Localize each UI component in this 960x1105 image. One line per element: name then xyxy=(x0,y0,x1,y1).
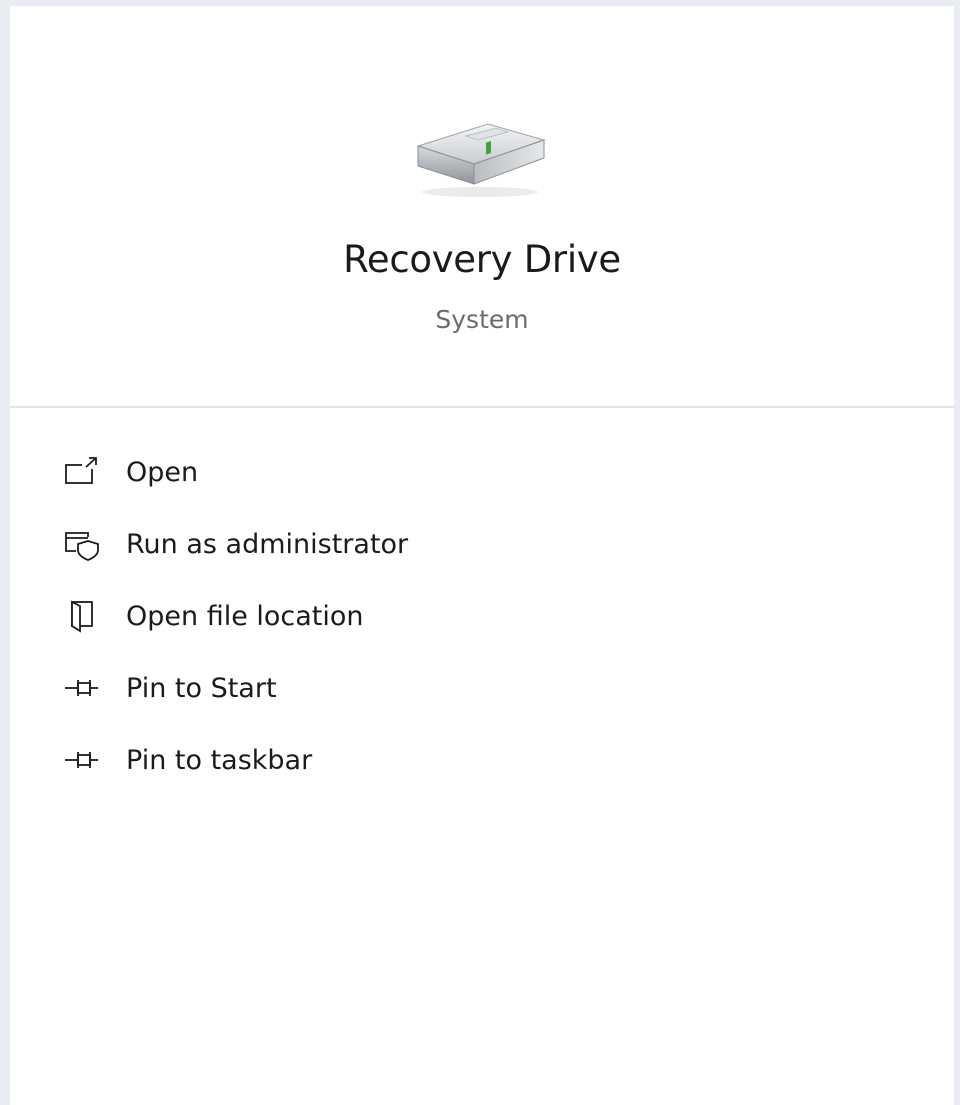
app-title: Recovery Drive xyxy=(343,238,621,281)
action-pin-to-start-label: Pin to Start xyxy=(126,672,277,704)
action-open-file-location-label: Open file location xyxy=(126,600,364,632)
action-pin-to-start[interactable]: Pin to Start xyxy=(10,652,954,724)
action-run-as-administrator-label: Run as administrator xyxy=(126,528,409,560)
app-category: System xyxy=(435,305,529,334)
hard-drive-icon xyxy=(408,110,548,200)
pin-icon xyxy=(62,743,102,777)
start-menu-app-panel: Recovery Drive System Open Run as admini… xyxy=(10,6,954,1105)
action-open[interactable]: Open xyxy=(10,436,954,508)
action-pin-to-taskbar[interactable]: Pin to taskbar xyxy=(10,724,954,796)
action-open-label: Open xyxy=(126,456,199,488)
file-location-icon xyxy=(62,599,102,633)
action-open-file-location[interactable]: Open file location xyxy=(10,580,954,652)
open-icon xyxy=(62,455,102,489)
action-run-as-administrator[interactable]: Run as administrator xyxy=(10,508,954,580)
admin-shield-icon xyxy=(62,527,102,561)
divider xyxy=(10,406,954,408)
action-pin-to-taskbar-label: Pin to taskbar xyxy=(126,744,313,776)
app-header: Recovery Drive System xyxy=(10,6,954,406)
action-list: Open Run as administrator Open file loca… xyxy=(10,436,954,796)
pin-icon xyxy=(62,671,102,705)
